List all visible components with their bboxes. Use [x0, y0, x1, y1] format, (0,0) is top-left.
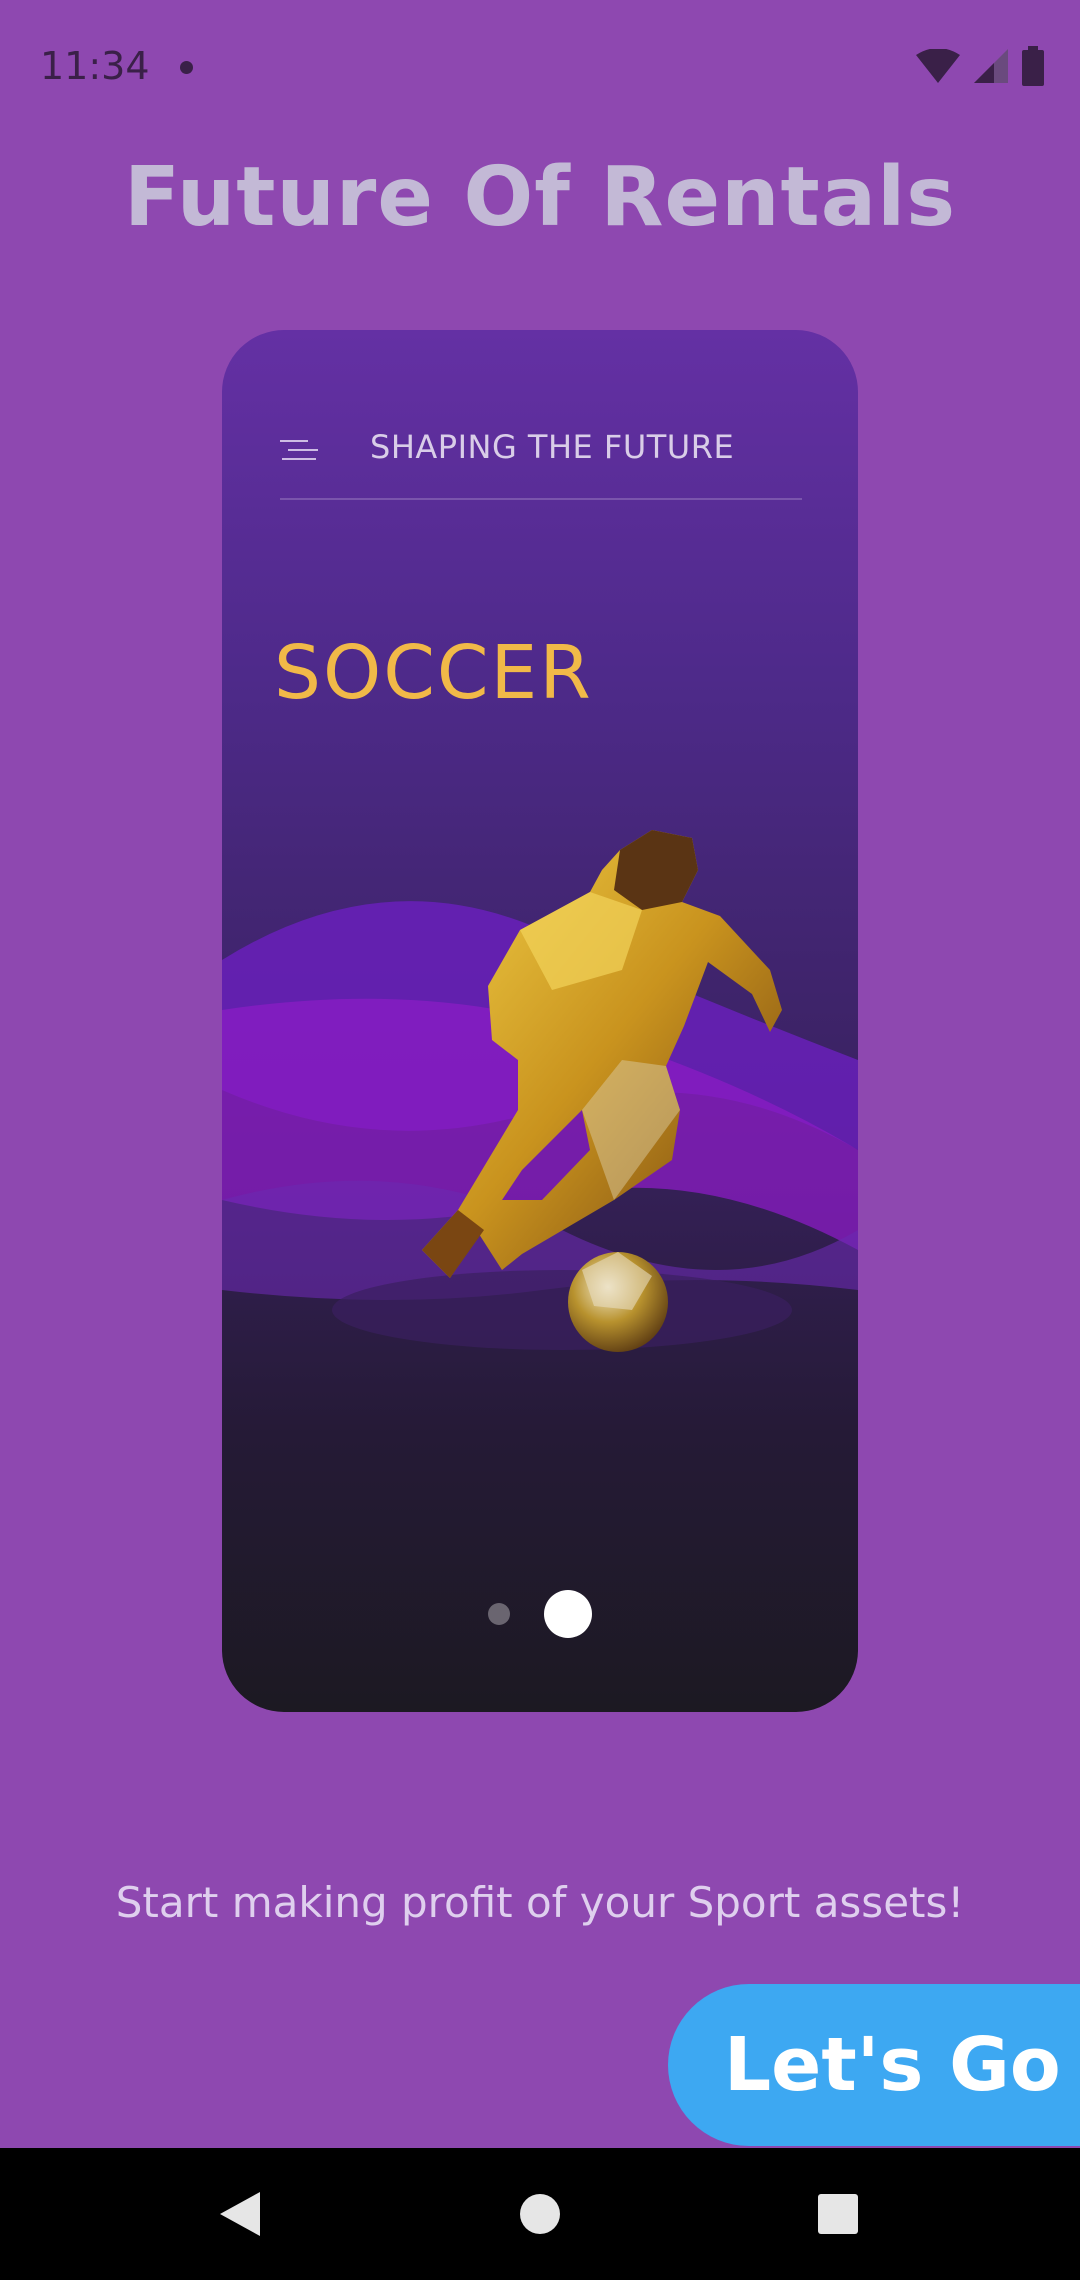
back-icon: [220, 2192, 260, 2236]
phone-header: SHAPING THE FUTURE: [222, 330, 858, 500]
home-icon: [520, 2194, 560, 2234]
signal-icon: [974, 49, 1008, 83]
page-title: Future Of Rentals: [124, 150, 956, 245]
sport-title: SOCCER: [274, 630, 593, 716]
back-button[interactable]: [170, 2148, 310, 2280]
battery-icon: [1022, 46, 1044, 86]
status-bar: 11:34: [0, 0, 1080, 136]
menu-icon[interactable]: [280, 438, 320, 462]
status-icons: [916, 44, 1044, 88]
phone-header-title: SHAPING THE FUTURE: [370, 428, 735, 466]
soccer-player-illustration: [222, 830, 858, 1352]
home-button[interactable]: [470, 2148, 610, 2280]
recents-button[interactable]: [768, 2148, 908, 2280]
pager-dot[interactable]: [488, 1603, 510, 1625]
wifi-icon: [916, 49, 960, 83]
phone-mockup: SHAPING THE FUTURE SOCCER: [222, 330, 858, 1712]
header-divider: [280, 498, 802, 500]
system-nav-bar: [0, 2148, 1080, 2280]
notification-dot-icon: [180, 61, 193, 74]
recents-icon: [818, 2194, 858, 2234]
tagline: Start making profit of your Sport assets…: [115, 1878, 965, 1927]
status-time: 11:34: [40, 44, 150, 88]
page-indicator: [222, 1590, 858, 1638]
lets-go-button[interactable]: Let's Go: [668, 1984, 1080, 2146]
pager-dot-active[interactable]: [544, 1590, 592, 1638]
